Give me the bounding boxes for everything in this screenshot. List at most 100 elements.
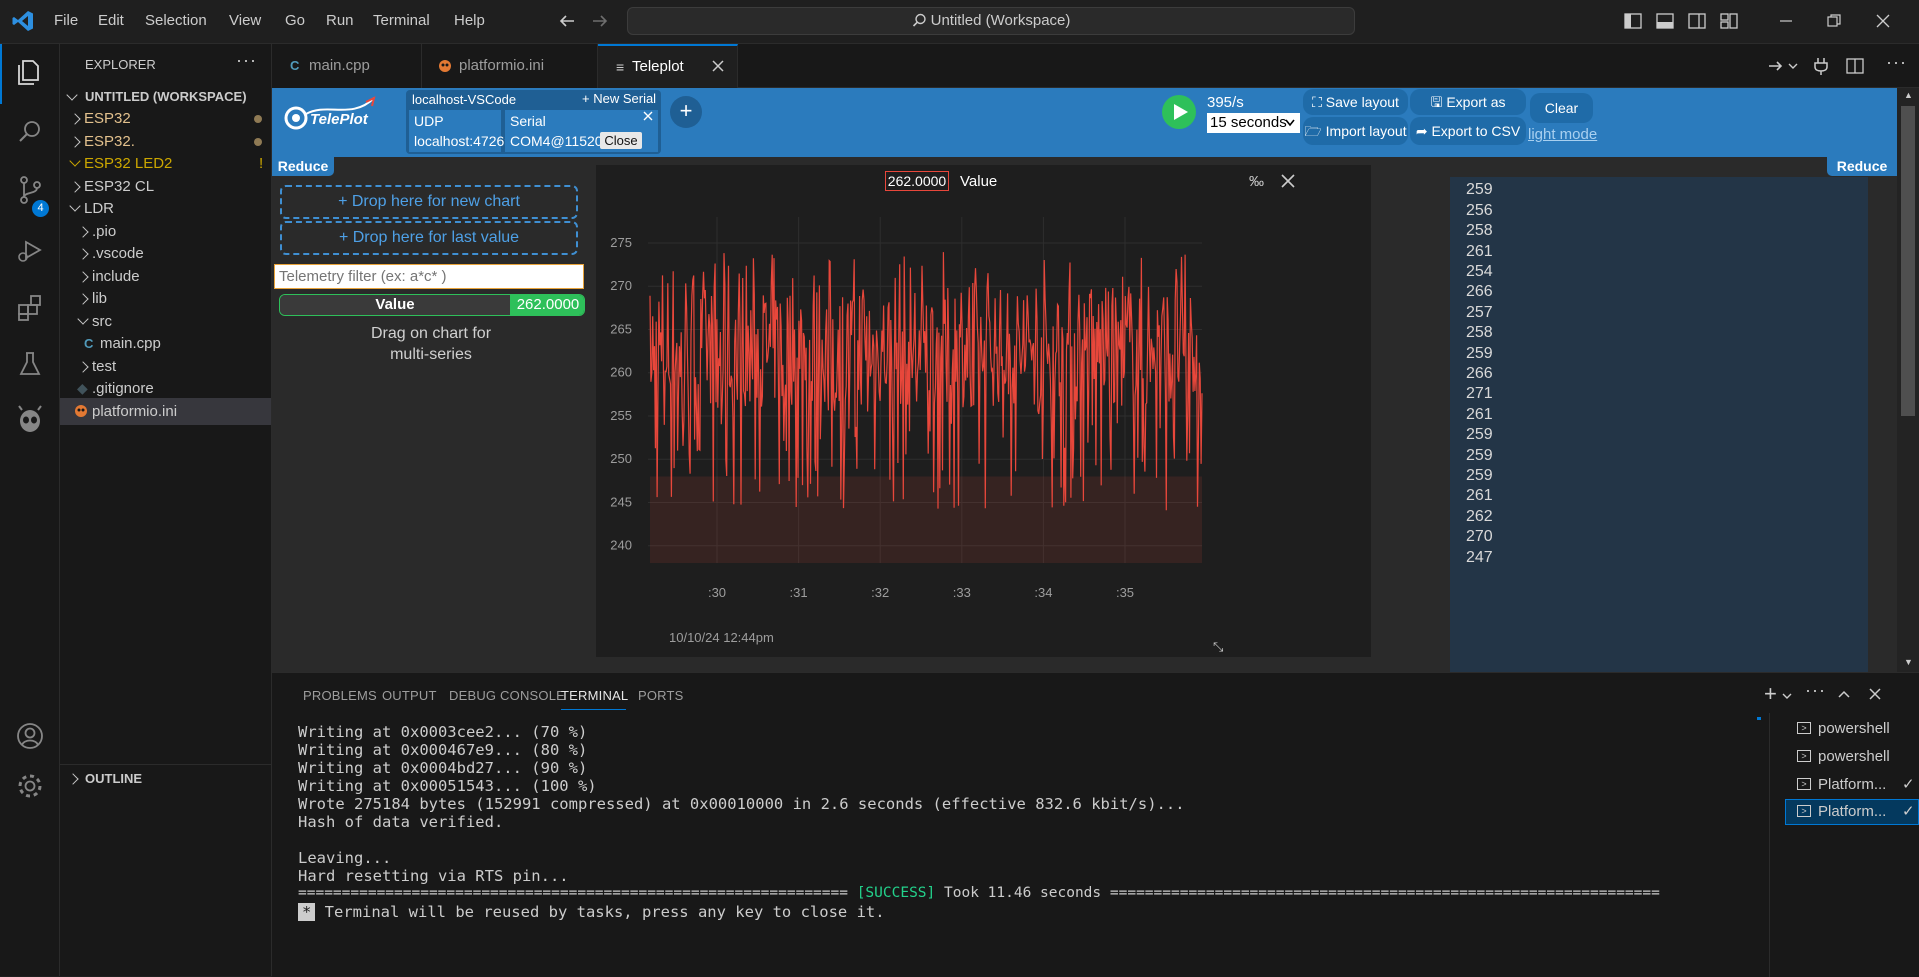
menu-selection[interactable]: Selection bbox=[145, 12, 207, 29]
menu-view[interactable]: View bbox=[229, 12, 261, 29]
terminal-list-item-active[interactable]: > Platform... ✓ bbox=[1785, 799, 1919, 825]
editor-more-actions-icon[interactable]: ··· bbox=[1886, 52, 1907, 73]
add-connection-button[interactable]: + bbox=[670, 96, 702, 128]
save-layout-button[interactable]: ⛶ Save layout bbox=[1303, 89, 1408, 115]
tab-terminal[interactable]: TERMINAL bbox=[561, 688, 628, 703]
x-tick-label: :34 bbox=[1034, 585, 1052, 600]
terminal-list-item[interactable]: > powershell bbox=[1785, 744, 1919, 770]
tab-problems[interactable]: PROBLEMS bbox=[303, 688, 377, 703]
customize-layout-icon[interactable] bbox=[1720, 12, 1738, 30]
back-arrow-icon[interactable] bbox=[558, 13, 576, 29]
new-serial-label: New Serial bbox=[593, 91, 657, 106]
light-mode-link[interactable]: light mode bbox=[1528, 126, 1597, 143]
x-tick-label: :30 bbox=[708, 585, 726, 600]
time-window-value: 15 seconds bbox=[1210, 114, 1287, 131]
terminal-name: Platform... bbox=[1818, 803, 1887, 820]
new-terminal-icon[interactable]: + bbox=[1764, 681, 1777, 707]
search-view-icon[interactable] bbox=[10, 112, 50, 152]
tab-platformio-ini[interactable]: platformio.ini bbox=[422, 44, 598, 88]
teleplot-logo: TelePlot bbox=[284, 96, 376, 130]
close-window-icon[interactable] bbox=[1875, 13, 1891, 29]
tab-label: main.cpp bbox=[309, 57, 370, 74]
drop-new-chart-zone[interactable]: + Drop here for new chart bbox=[280, 185, 578, 219]
value-row: 257 bbox=[1466, 303, 1493, 321]
testing-flask-icon[interactable] bbox=[10, 344, 50, 384]
toggle-primary-sidebar-icon[interactable] bbox=[1624, 12, 1642, 30]
save-layout-label: Save layout bbox=[1325, 94, 1399, 110]
menu-file[interactable]: File bbox=[54, 12, 78, 29]
clear-button[interactable]: Clear bbox=[1530, 93, 1593, 123]
menu-help[interactable]: Help bbox=[454, 12, 485, 29]
platformio-alien-icon[interactable] bbox=[10, 400, 50, 440]
accounts-icon[interactable] bbox=[10, 716, 50, 756]
scroll-thumb[interactable] bbox=[1901, 106, 1915, 416]
tab-output[interactable]: OUTPUT bbox=[382, 688, 437, 703]
tab-main-cpp[interactable]: C main.cpp bbox=[272, 44, 422, 88]
drop-last-value-zone[interactable]: + Drop here for last value bbox=[280, 221, 578, 255]
panel-more-icon[interactable]: ··· bbox=[1805, 680, 1826, 701]
split-editor-icon[interactable] bbox=[1846, 57, 1864, 75]
telemetry-item-value[interactable]: Value 262.0000 bbox=[279, 294, 585, 316]
terminal-line: Writing at 0x0003cee2... (70 %) bbox=[298, 723, 588, 741]
value-row: 259 bbox=[1466, 181, 1493, 199]
export-json-button[interactable]: 🖫 Export as JSON bbox=[1410, 89, 1526, 136]
extensions-icon[interactable] bbox=[10, 288, 50, 328]
tab-teleplot[interactable]: ≡ Teleplot bbox=[598, 44, 738, 88]
menu-run[interactable]: Run bbox=[326, 12, 354, 29]
chart-timestamp: 10/10/24 12:44pm bbox=[669, 630, 774, 645]
activity-bar: 4 bbox=[0, 44, 60, 976]
chevron-down-icon[interactable] bbox=[1788, 61, 1798, 71]
terminal-output[interactable]: Writing at 0x0003cee2... (70 %) Writing … bbox=[272, 713, 1752, 977]
terminal-list-item[interactable]: > powershell bbox=[1785, 716, 1919, 742]
close-serial-button[interactable]: Close bbox=[600, 132, 642, 149]
tab-debug-console[interactable]: DEBUG CONSOLE bbox=[449, 688, 565, 703]
connection-box: localhost-VSCode + New Serial UDP localh… bbox=[406, 90, 661, 154]
telemetry-filter-input[interactable] bbox=[274, 264, 584, 289]
open-changes-arrow-icon[interactable] bbox=[1767, 57, 1785, 75]
tree-file-platformio-ini[interactable]: platformio.ini bbox=[60, 398, 271, 425]
time-window-select[interactable]: 15 seconds bbox=[1207, 113, 1300, 133]
import-layout-button[interactable]: 🗁 Import layout bbox=[1303, 117, 1408, 145]
menu-terminal[interactable]: Terminal bbox=[373, 12, 430, 29]
value-row: 258 bbox=[1466, 324, 1493, 342]
tab-ports[interactable]: PORTS bbox=[638, 688, 684, 703]
toggle-panel-icon[interactable] bbox=[1656, 12, 1674, 30]
play-button[interactable] bbox=[1161, 94, 1197, 130]
close-panel-icon[interactable] bbox=[1868, 687, 1882, 701]
terminal-list-item[interactable]: > Platform... ✓ bbox=[1785, 772, 1919, 798]
scroll-up-arrow-icon[interactable]: ▲ bbox=[1904, 90, 1913, 100]
explorer-more-icon[interactable]: ··· bbox=[236, 50, 257, 71]
menu-edit[interactable]: Edit bbox=[98, 12, 124, 29]
restore-icon[interactable] bbox=[1826, 13, 1842, 29]
export-csv-label: Export to CSV bbox=[1431, 123, 1521, 139]
outline-section-header[interactable]: OUTLINE bbox=[60, 764, 271, 792]
platformio-plug-icon[interactable] bbox=[1812, 56, 1830, 76]
values-list: 263 259 256 258 261 254 266 257 258 259 266 271 261 2… bbox=[1450, 177, 1868, 672]
modified-dot bbox=[254, 138, 262, 146]
close-tab-icon[interactable] bbox=[712, 60, 724, 72]
value-row: 247 bbox=[1466, 548, 1493, 566]
reduce-left-button[interactable]: Reduce bbox=[272, 156, 334, 176]
source-control-badge: 4 bbox=[32, 200, 49, 217]
import-layout-label: Import layout bbox=[1325, 123, 1407, 139]
export-csv-button[interactable]: ➦ Export to CSV bbox=[1410, 117, 1526, 145]
settings-gear-icon[interactable] bbox=[10, 766, 50, 806]
close-serial-icon[interactable] bbox=[643, 111, 653, 121]
explorer-icon[interactable] bbox=[10, 52, 50, 92]
scroll-down-arrow-icon[interactable]: ▼ bbox=[1904, 657, 1913, 667]
resize-chart-icon[interactable]: ⤡ bbox=[1213, 639, 1223, 655]
chevron-down-icon[interactable] bbox=[1782, 691, 1792, 701]
maximize-panel-icon[interactable] bbox=[1837, 688, 1851, 700]
teleplot-scrollbar[interactable]: ▲ ▼ bbox=[1897, 88, 1919, 672]
new-serial-button[interactable]: + New Serial bbox=[582, 91, 656, 106]
chart-svg[interactable]: 275 270 265 260 255 250 245 240 :30:31:32:33:34… bbox=[596, 165, 1371, 657]
minimize-icon[interactable] bbox=[1778, 13, 1794, 29]
forward-arrow-icon[interactable] bbox=[591, 13, 609, 29]
reduce-right-button[interactable]: Reduce bbox=[1827, 156, 1897, 176]
value-row: 263 bbox=[1466, 177, 1493, 179]
toggle-secondary-sidebar-icon[interactable] bbox=[1688, 12, 1706, 30]
y-tick-label: 245 bbox=[610, 494, 632, 509]
menu-go[interactable]: Go bbox=[285, 12, 305, 29]
command-center-search[interactable]: Untitled (Workspace) bbox=[627, 7, 1355, 35]
run-debug-icon[interactable] bbox=[10, 230, 50, 270]
